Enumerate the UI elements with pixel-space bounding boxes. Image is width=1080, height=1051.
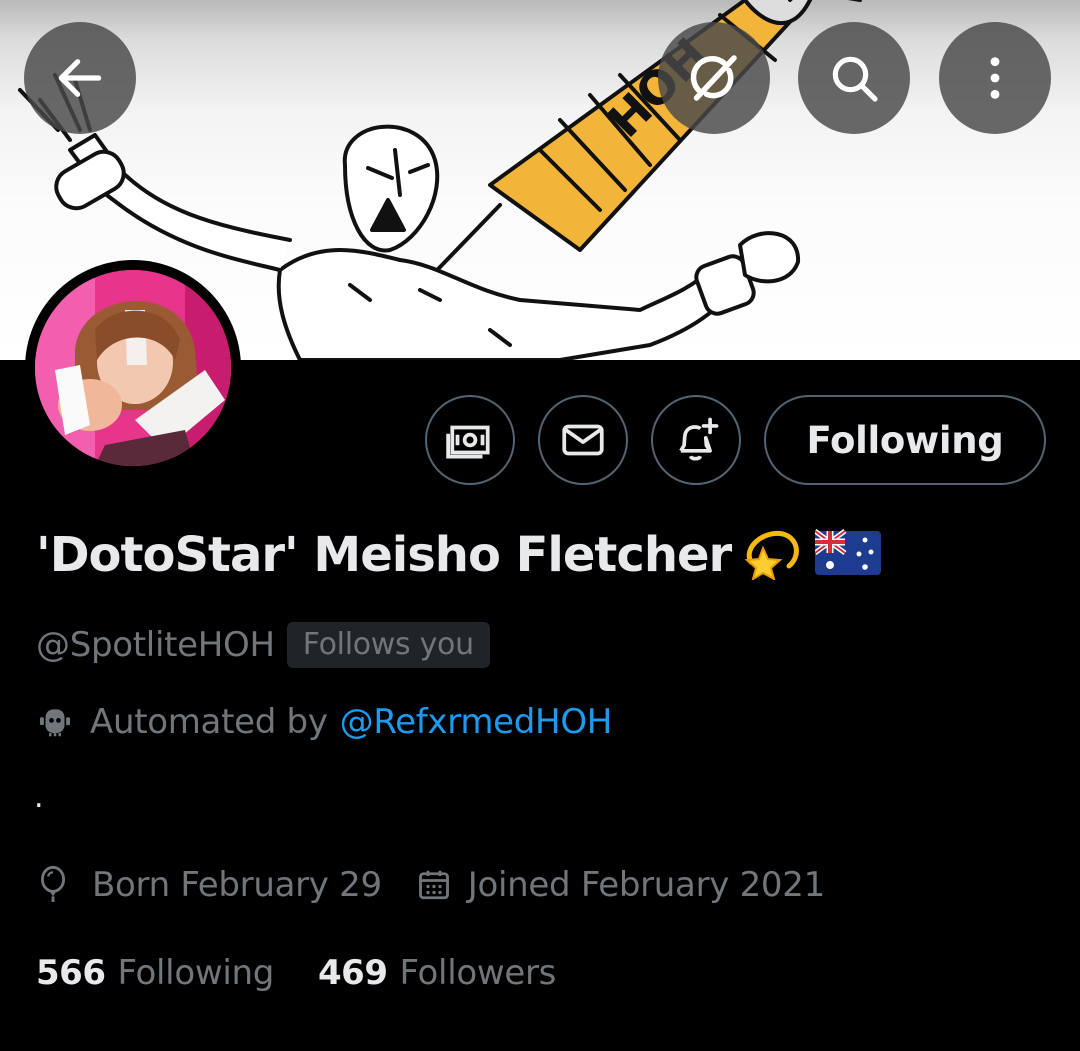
automated-label: Automated by — [90, 702, 328, 742]
balloon-icon — [40, 865, 66, 902]
calendar-icon — [418, 870, 449, 900]
profile-meta: Born February 29 Joined February 2021 — [36, 860, 825, 910]
display-name: 'DotoStar' Meisho Fletcher — [36, 527, 732, 583]
handle-row: @SpotliteHOH Follows you — [36, 620, 490, 670]
grok-icon — [690, 55, 737, 101]
following-count: 566 — [36, 953, 106, 993]
followers-label: Followers — [399, 953, 557, 993]
following-label: Following — [117, 953, 275, 993]
follow-stats: 566 Following 469 Followers — [36, 948, 556, 998]
back-button[interactable] — [24, 22, 136, 134]
following-button[interactable]: Following — [764, 395, 1046, 485]
bell-plus-icon — [679, 417, 719, 461]
birthday-text: Born February 29 — [92, 865, 382, 905]
more-vertical-icon — [990, 57, 1000, 99]
envelope-icon — [562, 424, 604, 456]
notify-button[interactable] — [651, 395, 741, 485]
australia-flag-emoji — [813, 528, 882, 582]
message-button[interactable] — [538, 395, 628, 485]
tip-button[interactable] — [425, 395, 515, 485]
profile-bio: . — [34, 780, 44, 815]
user-handle: @SpotliteHOH — [36, 625, 275, 665]
search-icon — [832, 56, 878, 102]
joined-text: Joined February 2021 — [467, 865, 825, 905]
more-button[interactable] — [939, 22, 1051, 134]
profile-avatar[interactable] — [25, 260, 241, 476]
followers-count: 469 — [318, 953, 388, 993]
robot-icon — [39, 709, 71, 737]
dizzy-star-emoji — [743, 526, 803, 584]
money-icon — [446, 425, 490, 459]
automated-by-link[interactable]: @RefxrmedHOH — [340, 702, 613, 742]
automated-row: Automated by @RefxrmedHOH — [36, 697, 612, 747]
followers-stat[interactable]: 469 Followers — [318, 953, 556, 993]
arrow-left-icon — [58, 59, 102, 97]
grok-button[interactable] — [658, 22, 770, 134]
following-stat[interactable]: 566 Following — [36, 953, 274, 993]
avatar-image — [35, 270, 231, 466]
search-button[interactable] — [798, 22, 910, 134]
name-row: 'DotoStar' Meisho Fletcher — [36, 522, 882, 588]
follows-you-badge: Follows you — [286, 622, 490, 668]
